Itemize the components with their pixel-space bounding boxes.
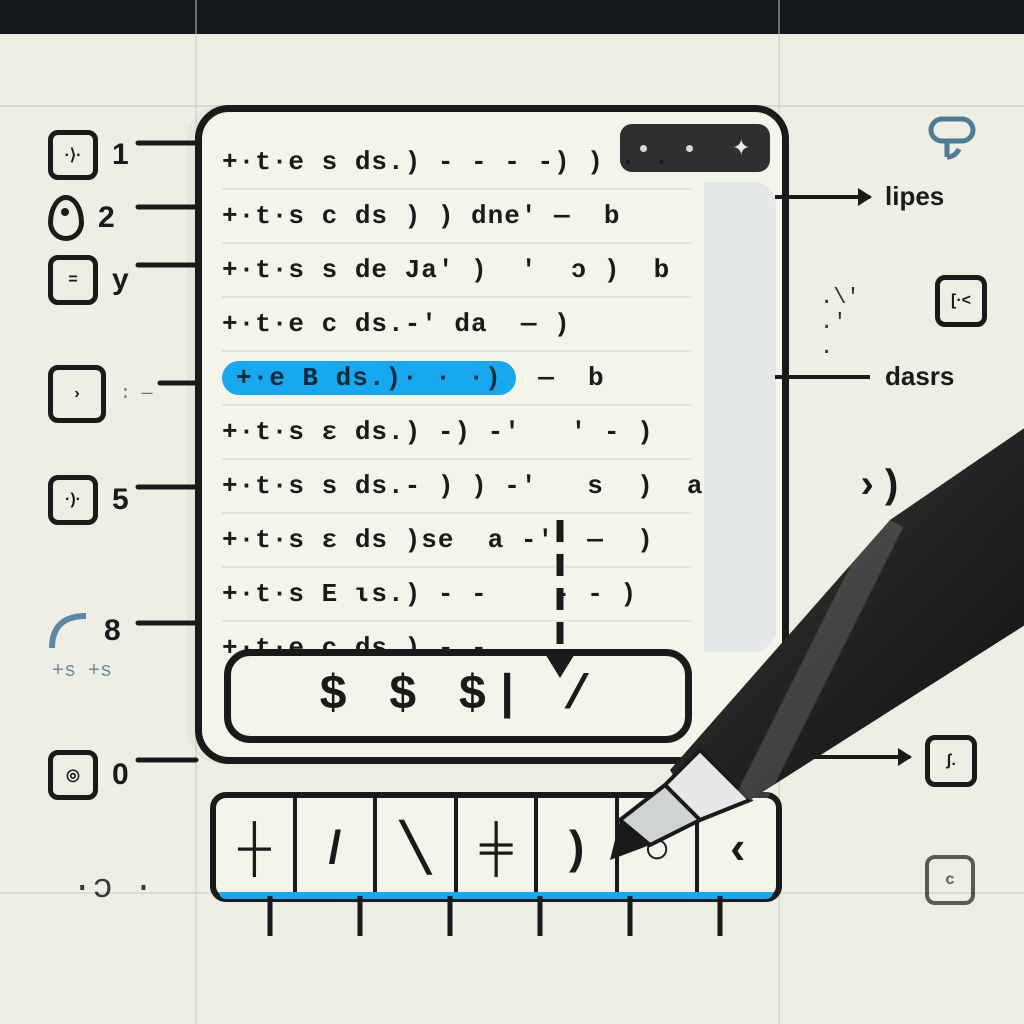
flow-arrow-down-icon	[520, 520, 600, 690]
key-backslash[interactable]: ╲	[377, 798, 458, 896]
bracket-box-icon[interactable]: [·<	[935, 275, 987, 327]
selection-highlight[interactable]: +·e B ds.)· · ·)	[222, 361, 516, 395]
key-notequal[interactable]: ╪	[458, 798, 539, 896]
code-line[interactable]: +·t·s ɛ ds.) -) -' ' - )	[222, 404, 692, 458]
arrow-right-icon	[775, 195, 870, 199]
key-slash[interactable]: /	[297, 798, 378, 896]
code-line[interactable]: +·t·s E ɩs.) - - - - )	[222, 566, 692, 620]
symbol-keyboard: ┼ / ╲ ╪ ) ○ ‹	[210, 792, 782, 902]
code-line[interactable]: +·t·e s ds.) - - - -) ) · ·	[222, 136, 692, 188]
grid-mark: +s +s	[52, 660, 112, 683]
speech-bubble-icon	[925, 115, 985, 165]
code-tail: — b	[522, 363, 605, 393]
editor-window: ✦ +·t·e s ds.) - - - -) ) · · +·t·s c ds…	[195, 105, 789, 764]
leader-line	[775, 375, 870, 379]
bottom-left-glyph: ·ɔ ·	[72, 870, 154, 908]
key-angle[interactable]: ‹	[699, 798, 776, 896]
annotation-dots: .\' .' .	[820, 285, 860, 360]
annotation-label: lipes	[885, 181, 944, 212]
ruler-ticks	[230, 896, 770, 956]
gutter-dot-box-icon: ·⟩·	[48, 130, 98, 180]
code-line-highlighted[interactable]: +·e B ds.)· · ·) — b	[222, 350, 692, 404]
annotation-label: dasrs	[885, 361, 954, 392]
arrow-right-icon	[790, 755, 910, 759]
line-number: 2	[98, 201, 115, 235]
j-box-icon[interactable]: ʃ.	[925, 735, 977, 787]
arc-icon	[48, 610, 90, 652]
chevron-paren-icon: ›)	[855, 465, 903, 510]
code-line[interactable]: +·t·e c ds.-' da — )	[222, 296, 692, 350]
code-line[interactable]: +·t·s s de Ja' ) ' ɔ ) b	[222, 242, 692, 296]
app-titlebar	[0, 0, 1024, 34]
target-box-icon: ◎	[48, 750, 98, 800]
command-input[interactable]: $ $ $| /	[224, 649, 692, 743]
c-box-icon[interactable]: c	[925, 855, 975, 905]
scrollbar-track[interactable]	[704, 182, 776, 652]
sparkle-icon: ✦	[732, 137, 750, 159]
code-line[interactable]: +·t·s ɛ ds )se a -' — )	[222, 512, 692, 566]
line-number: 8	[104, 614, 121, 648]
code-area[interactable]: +·t·e s ds.) - - - -) ) · · +·t·s c ds )…	[222, 136, 692, 674]
equals-box-icon: =	[48, 255, 98, 305]
key-plus[interactable]: ┼	[216, 798, 297, 896]
pin-icon	[48, 195, 84, 241]
code-line[interactable]: +·t·s c ds ) ) dne' — b	[222, 188, 692, 242]
chevron-box-icon[interactable]: ›	[48, 365, 106, 423]
code-line[interactable]: +·t·s s ds.- ) ) -' s ) a	[222, 458, 692, 512]
key-circle[interactable]: ○	[619, 798, 700, 896]
key-paren[interactable]: )	[538, 798, 619, 896]
dot-paren-box-icon: ·)·	[48, 475, 98, 525]
